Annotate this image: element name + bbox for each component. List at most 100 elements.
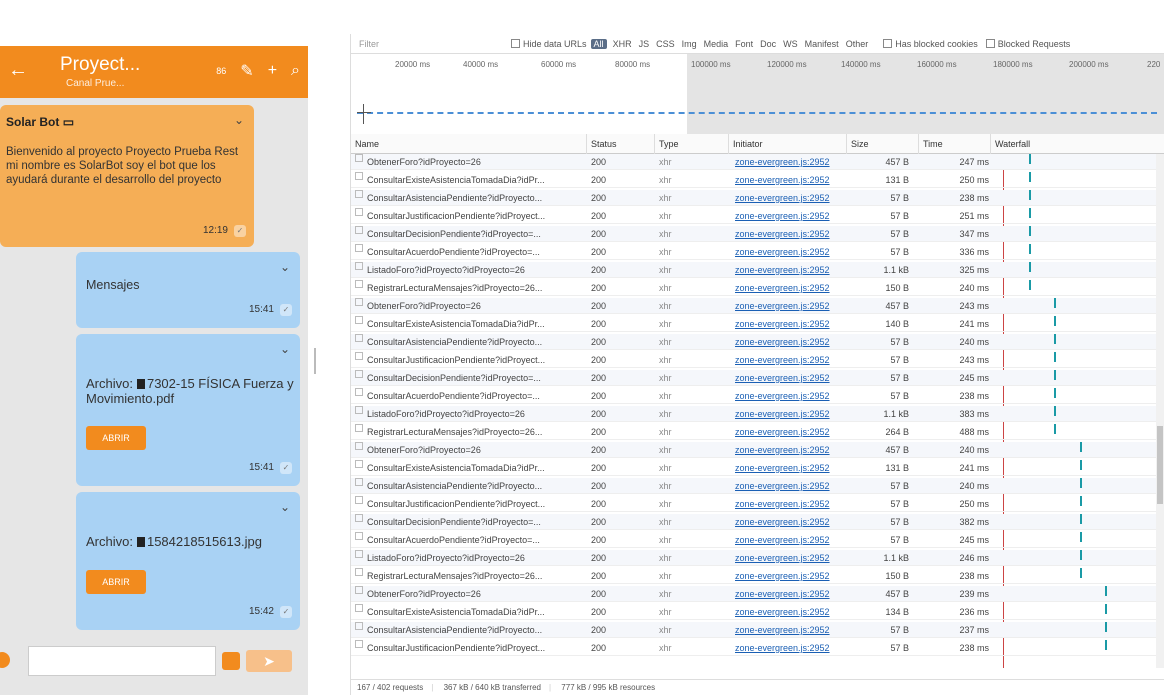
request-row[interactable]: ListadoForo?idProyecto?idProyecto=26 200 x… — [351, 262, 1157, 278]
request-row[interactable]: ConsultarAcuerdoPendiente?idProyecto=...… — [351, 532, 1157, 548]
edit-icon[interactable]: ✎ — [240, 61, 253, 81]
members-count[interactable]: 86 — [216, 66, 226, 76]
filter-ws[interactable]: WS — [783, 39, 798, 49]
request-row[interactable]: ConsultarExisteAsistenciaTomadaDia?idPr.… — [351, 460, 1157, 476]
request-row[interactable]: ObtenerForo?idProyecto=26 200 xhr zone-ever… — [351, 298, 1157, 314]
request-initiator[interactable]: zone-evergreen.js:2952 — [735, 154, 845, 170]
filter-img[interactable]: Img — [682, 39, 697, 49]
request-row[interactable]: ConsultarAsistenciaPendiente?idProyecto.… — [351, 478, 1157, 494]
panel-resize-handle[interactable] — [314, 348, 316, 374]
back-arrow-icon[interactable]: ← — [8, 60, 28, 80]
request-row[interactable]: ConsultarAsistenciaPendiente?idProyecto.… — [351, 622, 1157, 638]
message-input[interactable] — [28, 646, 216, 676]
hide-data-urls-checkbox[interactable] — [511, 39, 520, 48]
request-row[interactable]: ObtenerForo?idProyecto=26 200 xhr zone-ever… — [351, 586, 1157, 602]
col-status[interactable]: Status — [587, 134, 655, 154]
request-initiator[interactable]: zone-evergreen.js:2952 — [735, 604, 845, 620]
request-row[interactable]: ConsultarExisteAsistenciaTomadaDia?idPr.… — [351, 604, 1157, 620]
request-initiator[interactable]: zone-evergreen.js:2952 — [735, 640, 845, 656]
request-initiator[interactable]: zone-evergreen.js:2952 — [735, 208, 845, 224]
filter-font[interactable]: Font — [735, 39, 753, 49]
request-row[interactable]: ConsultarAcuerdoPendiente?idProyecto=...… — [351, 244, 1157, 260]
request-row[interactable]: ConsultarDecisionPendiente?idProyecto=..… — [351, 514, 1157, 530]
request-initiator[interactable]: zone-evergreen.js:2952 — [735, 586, 845, 602]
request-status: 200 — [591, 391, 607, 401]
blocked-requests-checkbox[interactable] — [985, 39, 995, 48]
col-time[interactable]: Time — [919, 134, 991, 154]
request-initiator[interactable]: zone-evergreen.js:2952 — [735, 352, 845, 368]
waterfall-bar — [1029, 172, 1032, 182]
col-size[interactable]: Size — [847, 134, 919, 154]
request-initiator[interactable]: zone-evergreen.js:2952 — [735, 568, 845, 584]
chevron-down-icon[interactable]: ⌄ — [234, 113, 244, 127]
filter-doc[interactable]: Doc — [760, 39, 776, 49]
send-button[interactable]: ➤ — [246, 650, 292, 672]
request-initiator[interactable]: zone-evergreen.js:2952 — [735, 262, 845, 278]
request-row[interactable]: RegistrarLecturaMensajes?idProyecto=26..… — [351, 568, 1157, 584]
col-name[interactable]: Name — [351, 134, 587, 154]
filter-manifest[interactable]: Manifest — [805, 39, 839, 49]
request-row[interactable]: ConsultarJustificacionPendiente?idProyec… — [351, 640, 1157, 656]
request-initiator[interactable]: zone-evergreen.js:2952 — [735, 334, 845, 350]
request-row[interactable]: ConsultarAcuerdoPendiente?idProyecto=...… — [351, 388, 1157, 404]
col-type[interactable]: Type — [655, 134, 729, 154]
request-initiator[interactable]: zone-evergreen.js:2952 — [735, 550, 845, 566]
request-row[interactable]: ConsultarDecisionPendiente?idProyecto=..… — [351, 370, 1157, 386]
request-initiator[interactable]: zone-evergreen.js:2952 — [735, 190, 845, 206]
chevron-down-icon[interactable]: ⌄ — [280, 260, 290, 274]
filter-js[interactable]: JS — [639, 39, 650, 49]
request-row[interactable]: ConsultarAsistenciaPendiente?idProyecto.… — [351, 190, 1157, 206]
filter-other[interactable]: Other — [846, 39, 869, 49]
request-row[interactable]: ObtenerForo?idProyecto=26 200 xhr zone-ever… — [351, 154, 1157, 170]
filter-css[interactable]: CSS — [656, 39, 675, 49]
scroll-thumb[interactable] — [1157, 426, 1163, 504]
request-row[interactable]: ListadoForo?idProyecto?idProyecto=26 200 x… — [351, 550, 1157, 566]
request-row[interactable]: ConsultarAsistenciaPendiente?idProyecto.… — [351, 334, 1157, 350]
request-initiator[interactable]: zone-evergreen.js:2952 — [735, 316, 845, 332]
request-initiator[interactable]: zone-evergreen.js:2952 — [735, 370, 845, 386]
filter-input[interactable]: Filter — [355, 37, 503, 51]
request-initiator[interactable]: zone-evergreen.js:2952 — [735, 388, 845, 404]
request-row[interactable]: ConsultarDecisionPendiente?idProyecto=..… — [351, 226, 1157, 242]
open-file-button[interactable]: ABRIR — [86, 426, 146, 450]
request-row[interactable]: RegistrarLecturaMensajes?idProyecto=26..… — [351, 280, 1157, 296]
chevron-down-icon[interactable]: ⌄ — [280, 342, 290, 356]
emoji-button[interactable] — [0, 652, 10, 668]
request-initiator[interactable]: zone-evergreen.js:2952 — [735, 280, 845, 296]
request-initiator[interactable]: zone-evergreen.js:2952 — [735, 460, 845, 476]
filter-media[interactable]: Media — [704, 39, 729, 49]
request-row[interactable]: ConsultarJustificacionPendiente?idProyec… — [351, 208, 1157, 224]
add-icon[interactable]: + — [268, 62, 277, 80]
request-initiator[interactable]: zone-evergreen.js:2952 — [735, 424, 845, 440]
blocked-cookies-checkbox[interactable] — [883, 39, 893, 48]
request-row[interactable]: ConsultarJustificacionPendiente?idProyec… — [351, 496, 1157, 512]
request-row[interactable]: ConsultarJustificacionPendiente?idProyec… — [351, 352, 1157, 368]
request-row[interactable]: ListadoForo?idProyecto?idProyecto=26 200 x… — [351, 406, 1157, 422]
col-waterfall[interactable]: Waterfall — [991, 134, 1164, 154]
request-row[interactable]: ConsultarExisteAsistenciaTomadaDia?idPr.… — [351, 316, 1157, 332]
attach-button[interactable] — [222, 652, 240, 670]
timeline-overview[interactable]: 20000 ms 40000 ms 60000 ms 80000 ms 1000… — [351, 54, 1164, 134]
col-initiator[interactable]: Initiator — [729, 134, 847, 154]
chevron-down-icon[interactable]: ⌄ — [280, 500, 290, 514]
request-row[interactable]: ConsultarExisteAsistenciaTomadaDia?idPr.… — [351, 172, 1157, 188]
filter-all[interactable]: All — [590, 38, 607, 49]
request-initiator[interactable]: zone-evergreen.js:2952 — [735, 442, 845, 458]
filter-xhr[interactable]: XHR — [613, 39, 632, 49]
request-initiator[interactable]: zone-evergreen.js:2952 — [735, 532, 845, 548]
request-initiator[interactable]: zone-evergreen.js:2952 — [735, 514, 845, 530]
request-row[interactable]: RegistrarLecturaMensajes?idProyecto=26..… — [351, 424, 1157, 440]
request-initiator[interactable]: zone-evergreen.js:2952 — [735, 244, 845, 260]
request-initiator[interactable]: zone-evergreen.js:2952 — [735, 622, 845, 638]
chat-app: ← Proyect... Canal Prue... 86 ✎ + ⌕ Sola… — [0, 0, 308, 695]
request-initiator[interactable]: zone-evergreen.js:2952 — [735, 496, 845, 512]
request-initiator[interactable]: zone-evergreen.js:2952 — [735, 226, 845, 242]
request-initiator[interactable]: zone-evergreen.js:2952 — [735, 172, 845, 188]
request-list-scrollbar[interactable] — [1156, 154, 1164, 668]
open-file-button[interactable]: ABRIR — [86, 570, 146, 594]
search-icon[interactable]: ⌕ — [291, 62, 300, 80]
request-initiator[interactable]: zone-evergreen.js:2952 — [735, 478, 845, 494]
request-initiator[interactable]: zone-evergreen.js:2952 — [735, 298, 845, 314]
request-row[interactable]: ObtenerForo?idProyecto=26 200 xhr zone-ever… — [351, 442, 1157, 458]
request-initiator[interactable]: zone-evergreen.js:2952 — [735, 406, 845, 422]
